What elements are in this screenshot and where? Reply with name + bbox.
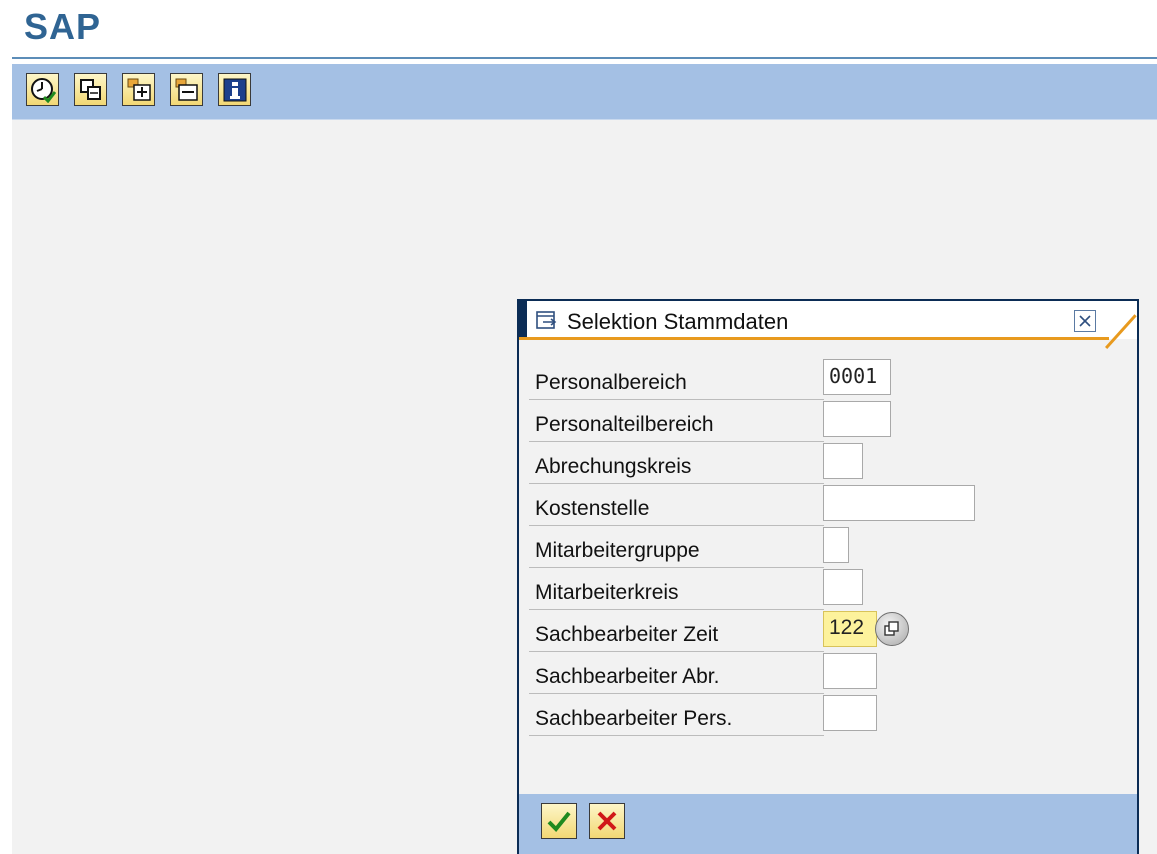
checkmark-icon [547, 811, 571, 832]
field-label: Abrechungskreis [535, 455, 692, 478]
field-label: Sachbearbeiter Abr. [535, 665, 720, 688]
field-label: Mitarbeiterkreis [535, 581, 679, 604]
field-row-abrechungskreis: Abrechungskreis [529, 443, 824, 484]
selection-dialog: Selektion Stammdaten Personalbereich 000… [517, 299, 1139, 854]
field-label: Kostenstelle [535, 497, 650, 520]
field-label: Personalbereich [535, 371, 687, 394]
value-help-button[interactable] [875, 612, 909, 646]
dialog-header-accent [519, 337, 1109, 340]
dialog-close-button[interactable] [1074, 310, 1096, 332]
collapse-tree-icon [175, 78, 198, 101]
kostenstelle-input[interactable] [823, 485, 975, 521]
field-row-mitarbeitergruppe: Mitarbeitergruppe [529, 527, 824, 568]
expand-tree-icon [127, 78, 151, 101]
close-icon [1079, 315, 1091, 327]
field-label: Mitarbeitergruppe [535, 539, 700, 562]
app-title: SAP [24, 6, 102, 47]
dialog-header: Selektion Stammdaten [519, 301, 1137, 339]
value-help-icon [884, 621, 899, 636]
confirm-button[interactable] [541, 803, 577, 839]
collapse-button[interactable] [170, 73, 203, 106]
field-row-sachbearbeiter-pers: Sachbearbeiter Pers. [529, 695, 824, 736]
copy-button[interactable] [74, 73, 107, 106]
title-divider [12, 57, 1157, 59]
field-row-sachbearbeiter-zeit: Sachbearbeiter Zeit [529, 611, 824, 652]
field-row-personalteilbereich: Personalteilbereich [529, 401, 824, 442]
field-label: Sachbearbeiter Pers. [535, 707, 733, 730]
expand-button[interactable] [122, 73, 155, 106]
execute-button[interactable] [26, 73, 59, 106]
field-row-personalbereich: Personalbereich [529, 359, 824, 400]
mitarbeitergruppe-input[interactable] [823, 527, 849, 563]
copy-pages-icon [79, 78, 101, 100]
sachbearbeiter-pers-input[interactable] [823, 695, 877, 731]
dialog-title: Selektion Stammdaten [567, 309, 789, 334]
sachbearbeiter-abr-input[interactable] [823, 653, 877, 689]
dialog-footer [519, 794, 1137, 854]
cancel-button[interactable] [589, 803, 625, 839]
abrechungskreis-input[interactable] [823, 443, 863, 479]
info-icon [223, 78, 246, 101]
field-row-kostenstelle: Kostenstelle [529, 485, 824, 526]
personalbereich-input[interactable]: 0001 [823, 359, 891, 395]
field-row-mitarbeiterkreis: Mitarbeiterkreis [529, 569, 824, 610]
field-label: Sachbearbeiter Zeit [535, 623, 719, 646]
clock-execute-icon [30, 77, 56, 103]
info-button[interactable] [218, 73, 251, 106]
sachbearbeiter-zeit-input[interactable]: 122 [823, 611, 877, 647]
dialog-window-icon [536, 311, 557, 329]
sap-screen: SAP Selektion Stammdaten Personalbereich… [0, 0, 1157, 854]
mitarbeiterkreis-input[interactable] [823, 569, 863, 605]
personalteilbereich-input[interactable] [823, 401, 891, 437]
field-label: Personalteilbereich [535, 413, 714, 436]
cancel-x-icon [597, 811, 617, 831]
application-toolbar [12, 64, 1157, 120]
field-row-sachbearbeiter-abr: Sachbearbeiter Abr. [529, 653, 824, 694]
